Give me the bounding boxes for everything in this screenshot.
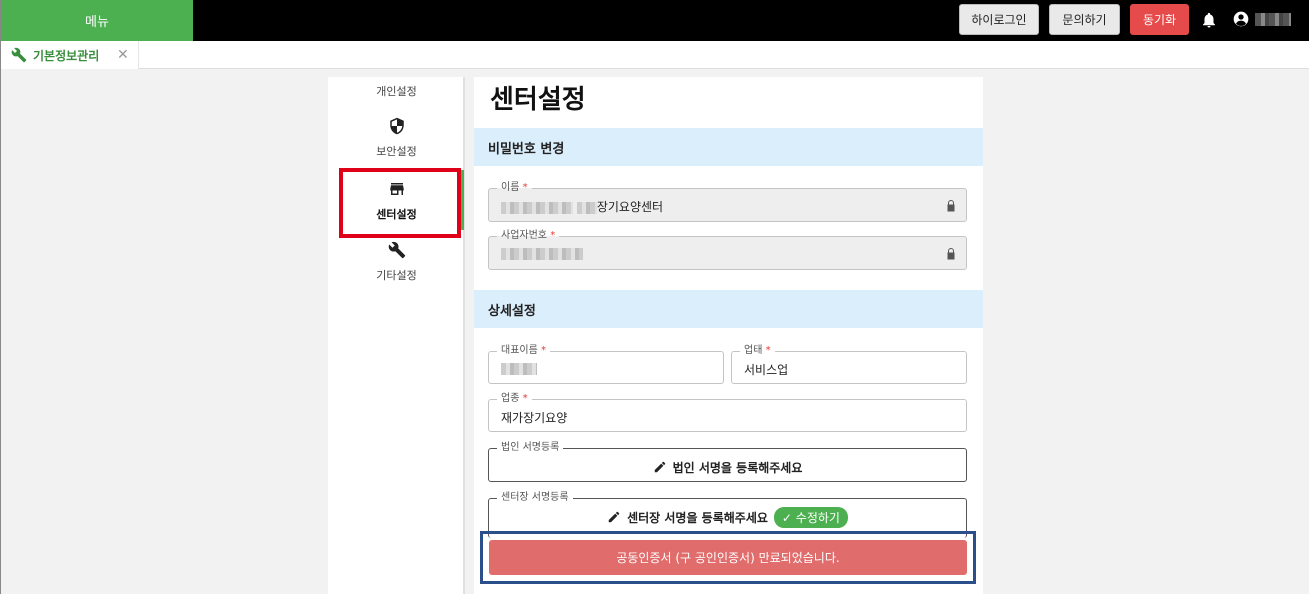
sync-button[interactable]: 동기화 (1130, 4, 1189, 35)
business-number-value (501, 246, 583, 260)
sidebar-item-label: 기타설정 (376, 269, 417, 282)
center-director-signature-content: 센터장 서명을 등록해주세요 ✓ 수정하기 (489, 507, 966, 528)
business-type-field[interactable]: 업태 * 서비스업 (731, 344, 967, 384)
corporate-signature-button[interactable]: 법인 서명등록 법인 서명을 등록해주세요 (488, 441, 967, 482)
sidebar-item-etc[interactable]: 기타설정 (328, 241, 465, 283)
user-name-redacted[interactable] (1255, 13, 1291, 26)
inquiry-button[interactable]: 문의하기 (1049, 4, 1120, 35)
wrench-icon (388, 241, 405, 259)
sidebar-item-label: 개인설정 (376, 85, 417, 98)
sidebar-item-label: 보안설정 (376, 145, 417, 158)
section-password: 비밀번호 변경 (474, 128, 983, 166)
representative-name-value (501, 361, 537, 375)
business-number-field: 사업자번호 * (488, 229, 967, 270)
tab-label: 기본정보관리 (33, 48, 100, 63)
page-title: 센터설정 (490, 85, 586, 115)
business-item-field[interactable]: 업종 * 재가장기요양 (488, 392, 967, 432)
pencil-icon (654, 461, 665, 473)
highlight-box-blue (480, 531, 976, 584)
section-detail: 상세설정 (474, 290, 983, 328)
name-value: 장기요양센터 (501, 198, 663, 215)
edit-badge[interactable]: ✓ 수정하기 (773, 507, 848, 528)
tab-basic-info[interactable]: 기본정보관리 ✕ (1, 41, 139, 69)
name-field: 이름 * 장기요양센터 (488, 181, 967, 222)
representative-name-field[interactable]: 대표이름 * (488, 344, 724, 384)
sidebar-item-personal[interactable]: 개인설정 (328, 83, 465, 99)
account-icon[interactable] (1233, 11, 1249, 27)
tab-bar: 기본정보관리 ✕ (1, 41, 1309, 69)
active-indicator (461, 170, 464, 230)
business-number-label: 사업자번호 * (497, 229, 560, 243)
sidebar-item-security[interactable]: 보안설정 (328, 117, 465, 159)
highlight-box-red (339, 168, 461, 238)
menu-button[interactable]: 메뉴 (1, 0, 193, 41)
center-director-signature-label: 센터장 서명등록 (497, 491, 573, 505)
name-label: 이름 * (497, 181, 532, 195)
representative-name-label: 대표이름 * (497, 344, 550, 358)
corporate-signature-label: 법인 서명등록 (497, 441, 564, 455)
pencil-icon (608, 511, 620, 523)
wrench-icon (11, 47, 27, 63)
business-item-value: 재가장기요양 (501, 411, 568, 425)
top-bar: 메뉴 하이로그인 문의하기 동기화 (1, 0, 1309, 41)
business-type-value: 서비스업 (744, 363, 789, 377)
center-settings-panel: 센터설정 비밀번호 변경 이름 * 장기요양센터 사업자번호 * 상세설정 대표… (474, 77, 983, 594)
corporate-signature-content: 법인 서명을 등록해주세요 (489, 459, 966, 476)
business-type-label: 업태 * (740, 344, 775, 358)
high-login-button[interactable]: 하이로그인 (959, 4, 1039, 35)
settings-sidebar: 개인설정 보안설정 센터설정 기타설정 (328, 77, 465, 594)
lock-icon (947, 200, 955, 212)
lock-icon (947, 248, 955, 260)
business-item-label: 업종 * (497, 392, 532, 406)
shield-icon (389, 117, 404, 135)
close-tab-icon[interactable]: ✕ (117, 47, 129, 63)
bell-icon[interactable] (1200, 10, 1218, 30)
